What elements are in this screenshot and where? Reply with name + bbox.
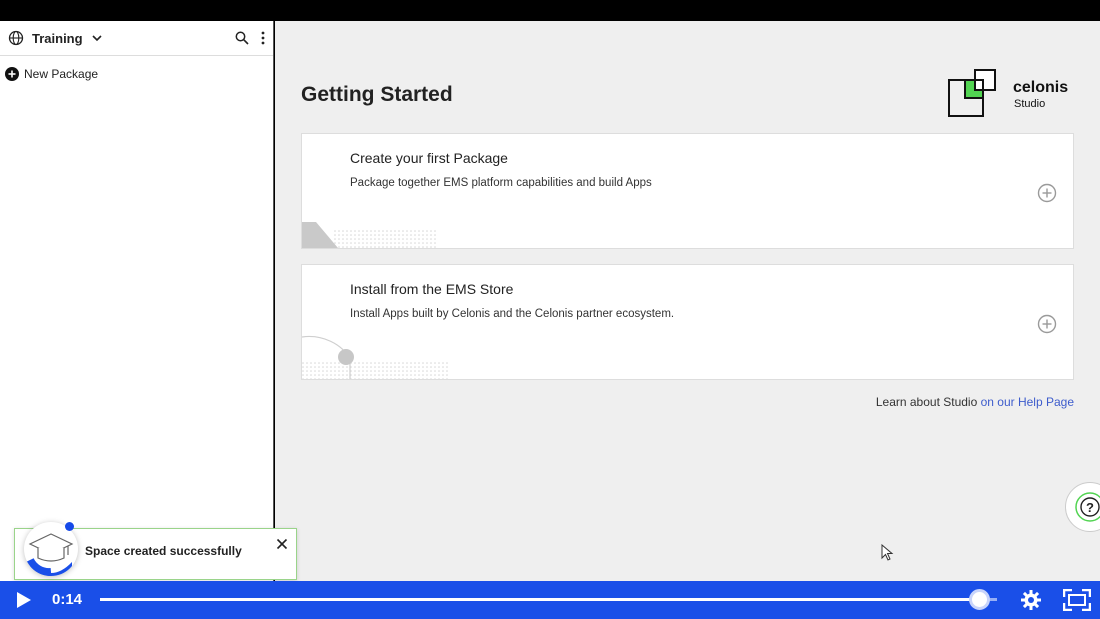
new-package-label: New Package — [24, 67, 99, 81]
toast-message: Space created successfully — [85, 544, 242, 558]
card-description: Package together EMS platform capabiliti… — [350, 177, 652, 189]
card-decoration — [302, 222, 437, 248]
play-icon[interactable] — [14, 590, 34, 610]
create-package-card[interactable]: Create your first Package Package togeth… — [301, 133, 1074, 249]
chevron-down-icon — [91, 35, 102, 42]
seek-bar[interactable] — [100, 589, 997, 610]
space-name: Training — [32, 30, 83, 46]
card-title: Create your first Package — [350, 150, 508, 166]
help-text: Learn about Studio on our Help Page — [876, 395, 1074, 409]
video-player-controls: 0:14 — [0, 581, 1100, 619]
current-time: 0:14 — [52, 591, 83, 608]
help-assistant-button[interactable]: ? — [1065, 482, 1100, 532]
seek-bar-progress — [100, 598, 980, 601]
add-circle-icon[interactable] — [1037, 314, 1057, 334]
window-top-bar — [0, 0, 1100, 21]
question-mark-icon: ? — [1075, 492, 1100, 522]
sidebar-header: Training — [0, 21, 273, 56]
seek-handle[interactable] — [969, 589, 991, 610]
logo-brand: celonis — [1013, 79, 1069, 96]
logo-product: Studio — [1014, 98, 1046, 110]
card-description: Install Apps built by Celonis and the Ce… — [350, 308, 675, 320]
new-package-button[interactable]: New Package — [0, 56, 273, 92]
sidebar: Training New Package — [0, 21, 274, 581]
help-label: Learn about Studio — [875, 395, 981, 409]
fullscreen-icon[interactable] — [1063, 589, 1091, 611]
card-decoration — [302, 335, 450, 379]
celonis-logo: celonis Studio — [947, 68, 1077, 120]
celonis-logo-icon — [948, 69, 996, 117]
notification-dot — [65, 522, 74, 531]
help-page-link[interactable]: on our Help Page — [981, 395, 1074, 409]
space-selector[interactable]: Training — [8, 30, 103, 46]
ems-store-card[interactable]: Install from the EMS Store Install Apps … — [301, 264, 1074, 380]
plus-icon — [5, 67, 19, 81]
close-icon[interactable] — [276, 538, 288, 550]
mouse-cursor-icon — [881, 544, 894, 561]
main-content: Getting Started celonis Studio Create yo… — [275, 21, 1100, 581]
svg-text:?: ? — [1086, 500, 1094, 515]
search-icon[interactable] — [235, 31, 249, 45]
globe-icon — [8, 30, 24, 46]
card-title: Install from the EMS Store — [350, 281, 514, 297]
page-title: Getting Started — [301, 83, 453, 106]
more-options-icon[interactable] — [261, 31, 265, 45]
gear-icon[interactable] — [1020, 589, 1042, 611]
add-circle-icon[interactable] — [1037, 183, 1057, 203]
